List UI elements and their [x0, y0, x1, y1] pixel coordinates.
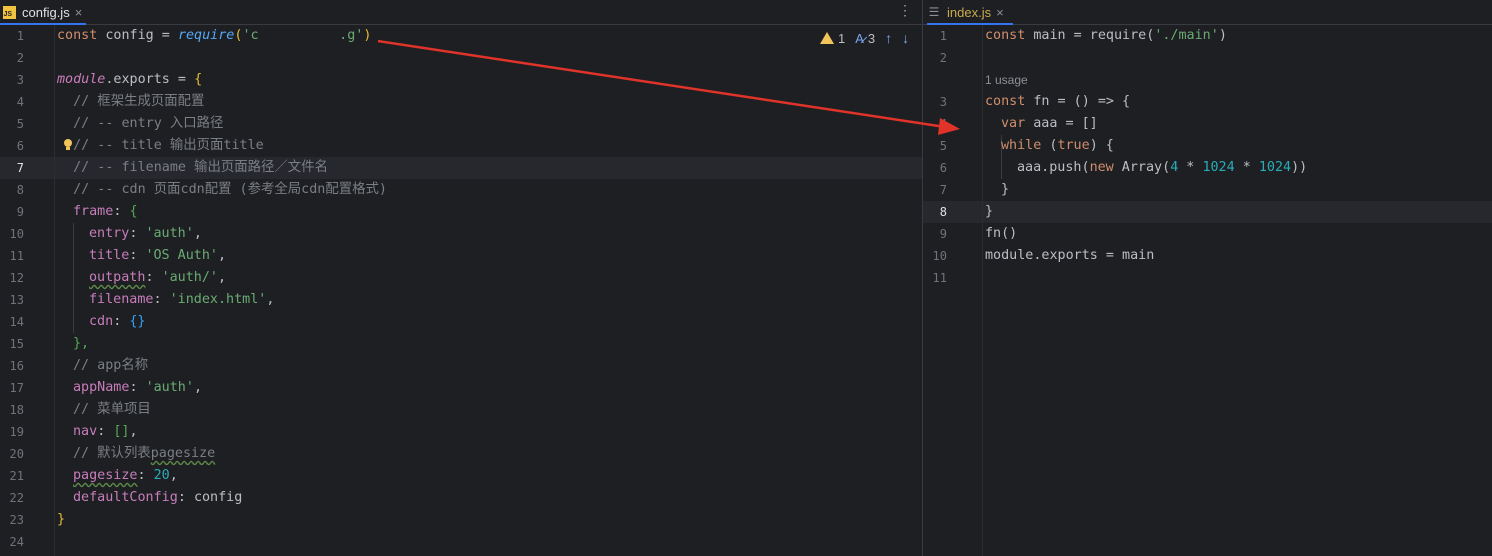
code-line-3: const fn = () => { — [985, 94, 1131, 109]
code-line-10: entry: 'auth', — [89, 226, 202, 241]
line-number[interactable]: 16 — [0, 359, 24, 373]
code-line-8: // -- cdn 页面cdn配置 (参考全局cdn配置格式) — [57, 182, 387, 197]
code-line-7: } — [1001, 182, 1010, 197]
line-number[interactable]: 10 — [0, 227, 24, 241]
line-number[interactable]: 5 — [923, 139, 947, 153]
code-line-13: filename: 'index.html', — [89, 292, 275, 307]
line-number[interactable]: 9 — [923, 227, 947, 241]
code-line-19: nav: [], — [73, 424, 138, 439]
line-number[interactable]: 11 — [923, 271, 947, 285]
line-number[interactable]: 10 — [923, 249, 947, 263]
code-line-22: defaultConfig: config — [73, 490, 243, 505]
code-line-17: appName: 'auth', — [73, 380, 202, 395]
line-number[interactable]: 23 — [0, 513, 24, 527]
right-code-editor[interactable]: 1 2 3 4 5 6 7 8 9 10 11 const main = require('./ma… — [923, 25, 1492, 556]
code-line-10: module.exports = main — [985, 248, 1155, 263]
left-editor-pane: JS config.js × ⋮ 1 A̷ 3 ↑ ↓ 1 2 3 4 5 6 7 8 9 10 1… — [0, 0, 922, 556]
line-number[interactable]: 7 — [0, 161, 24, 175]
tab-config-js[interactable]: JS config.js × — [0, 0, 86, 25]
line-number[interactable]: 14 — [0, 315, 24, 329]
code-line-9: frame: { — [73, 204, 138, 219]
line-number[interactable]: 5 — [0, 117, 24, 131]
code-line-4: var aaa = [] — [1001, 116, 1098, 131]
code-line-21: pagesize: 20, — [73, 468, 178, 483]
usage-hint[interactable]: 1 usage — [985, 73, 1028, 87]
line-number[interactable]: 1 — [0, 29, 24, 43]
gutter-separator — [982, 25, 983, 556]
line-number[interactable]: 13 — [0, 293, 24, 307]
line-number[interactable]: 4 — [923, 117, 947, 131]
code-line-23: } — [57, 512, 66, 527]
right-tab-bar: ☰ index.js × — [923, 0, 1492, 25]
code-line-5: while (true) { — [1001, 138, 1114, 153]
line-number[interactable]: 17 — [0, 381, 24, 395]
line-number[interactable]: 8 — [923, 205, 947, 219]
js-file-icon: JS — [2, 5, 16, 19]
line-number[interactable]: 20 — [0, 447, 24, 461]
code-line-5: // -- entry 入口路径 — [57, 116, 224, 131]
code-line-3: module.exports = { — [57, 72, 203, 87]
line-number[interactable]: 9 — [0, 205, 24, 219]
line-number[interactable]: 8 — [0, 183, 24, 197]
tab-label: index.js — [947, 4, 992, 20]
line-number[interactable]: 4 — [0, 95, 24, 109]
line-number[interactable]: 2 — [923, 51, 947, 65]
line-number[interactable]: 3 — [923, 95, 947, 109]
line-number[interactable]: 22 — [0, 491, 24, 505]
current-line-highlight — [923, 201, 1492, 223]
code-line-4: // 框架生成页面配置 — [57, 94, 205, 109]
line-number[interactable]: 1 — [923, 29, 947, 43]
line-number[interactable]: 7 — [923, 183, 947, 197]
code-line-6: aaa.push(new Array(4 * 1024 * 1024)) — [1017, 160, 1308, 175]
tab-index-js[interactable]: ☰ index.js × — [927, 0, 1013, 25]
line-number[interactable]: 18 — [0, 403, 24, 417]
tab-label: config.js — [22, 4, 70, 20]
line-number[interactable]: 24 — [0, 535, 24, 549]
left-tab-bar: JS config.js × ⋮ — [0, 0, 922, 25]
line-number[interactable]: 21 — [0, 469, 24, 483]
close-icon[interactable]: × — [996, 5, 1004, 20]
line-number[interactable]: 11 — [0, 249, 24, 263]
code-line-16: // app名称 — [73, 358, 149, 373]
code-line-15: }, — [73, 336, 90, 351]
close-icon[interactable]: × — [75, 5, 83, 20]
more-options-icon[interactable]: ⋮ — [898, 2, 912, 20]
line-number[interactable]: 2 — [0, 51, 24, 65]
code-line-11: title: 'OS Auth', — [89, 248, 227, 263]
left-code-editor[interactable]: 1 2 3 4 5 6 7 8 9 10 11 12 13 14 15 16 17 18 19 20 21 22 23 24 … — [0, 25, 922, 556]
line-number[interactable]: 15 — [0, 337, 24, 351]
code-line-1: const config = require('ϲ .g') — [57, 28, 372, 43]
code-line-12: outpath: 'auth/', — [89, 270, 227, 285]
code-line-8: } — [985, 204, 994, 219]
code-line-9: fn() — [985, 226, 1018, 241]
code-line-20: // 默认列表pagesize — [73, 446, 216, 461]
line-number[interactable]: 6 — [923, 161, 947, 175]
line-number[interactable]: 12 — [0, 271, 24, 285]
structure-icon: ☰ — [928, 5, 940, 19]
right-editor-pane: ☰ index.js × 1 2 3 4 5 6 7 8 9 10 11 const main = … — [923, 0, 1492, 556]
code-line-6: // -- title 输出页面title — [57, 138, 264, 153]
code-line-14: cdn: {} — [89, 314, 146, 329]
line-number[interactable]: 3 — [0, 73, 24, 87]
code-line-7: // -- filename 输出页面路径／文件名 — [57, 160, 328, 175]
code-line-1: const main = require('./main') — [985, 28, 1227, 43]
indent-guide — [73, 223, 74, 333]
code-line-18: // 菜单项目 — [73, 402, 151, 417]
line-number[interactable]: 19 — [0, 425, 24, 439]
line-number[interactable]: 6 — [0, 139, 24, 153]
gutter-separator — [54, 25, 55, 556]
